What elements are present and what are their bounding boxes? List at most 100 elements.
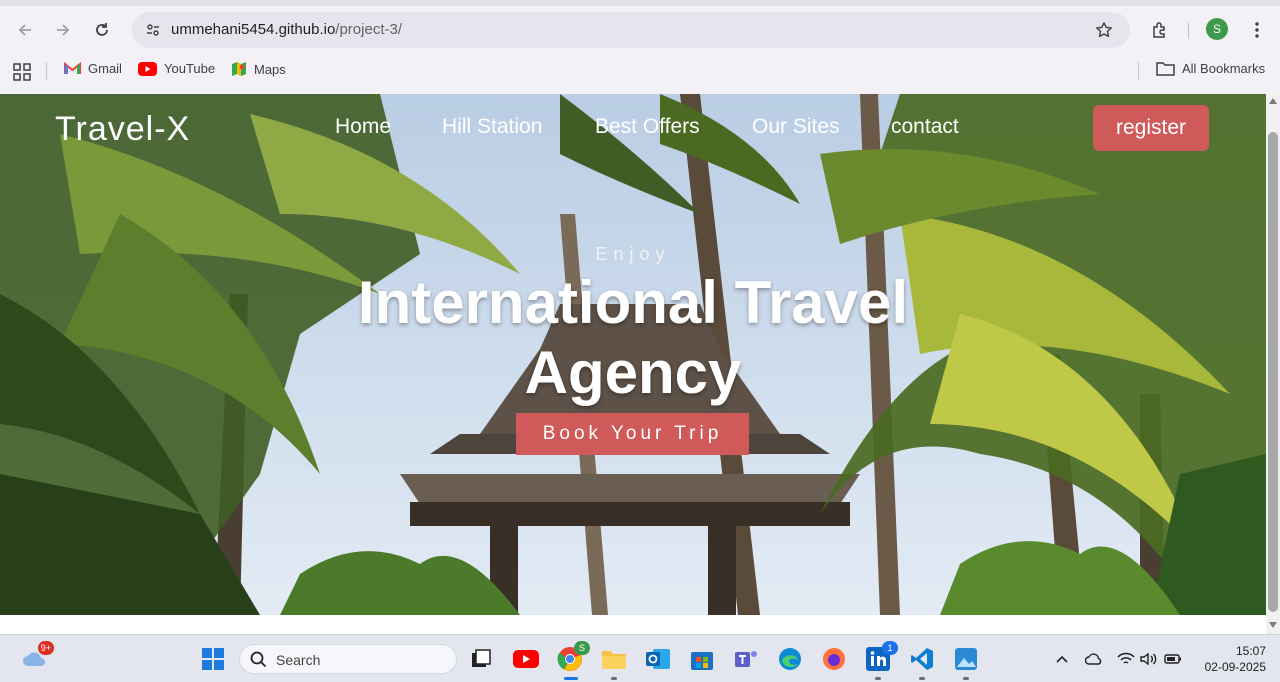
running-indicator bbox=[611, 677, 617, 680]
hero-headline: International Travel Agency bbox=[357, 269, 909, 406]
youtube-icon bbox=[513, 650, 539, 668]
bookmark-label: YouTube bbox=[164, 61, 216, 76]
taskbar-photos[interactable] bbox=[952, 645, 980, 680]
tab-strip bbox=[0, 0, 1280, 6]
bookmark-star-icon[interactable] bbox=[1092, 18, 1116, 42]
photos-icon bbox=[955, 648, 977, 670]
battery-icon bbox=[1164, 654, 1181, 664]
reload-icon bbox=[96, 23, 108, 36]
scroll-down-arrow-icon[interactable] bbox=[1269, 622, 1277, 628]
chrome-profile-badge: S bbox=[574, 641, 590, 655]
toolbar-divider bbox=[1188, 23, 1189, 39]
onedrive-cloud-icon bbox=[1085, 653, 1102, 665]
register-button[interactable]: register bbox=[1093, 105, 1209, 151]
weather-badge: 9+ bbox=[37, 641, 54, 655]
linkedin-badge: 1 bbox=[882, 641, 898, 655]
chevron-up-icon bbox=[1056, 655, 1068, 663]
nav-link-best-offers[interactable]: Best Offers bbox=[595, 115, 700, 139]
book-trip-button[interactable]: Book Your Trip bbox=[516, 413, 749, 455]
taskbar-edge[interactable] bbox=[776, 645, 804, 673]
taskbar-youtube[interactable] bbox=[512, 645, 540, 673]
forward-arrow-icon bbox=[57, 24, 70, 36]
task-view-icon bbox=[472, 649, 491, 667]
address-bar[interactable]: ummehani5454.github.io/project-3/ bbox=[132, 12, 1130, 48]
page-scrollbar[interactable] bbox=[1266, 94, 1280, 634]
maps-icon bbox=[232, 62, 246, 76]
browser-toolbar: ummehani5454.github.io/project-3/ S bbox=[0, 8, 1280, 52]
taskbar-firefox[interactable] bbox=[820, 645, 848, 673]
all-bookmarks-button[interactable]: All Bookmarks bbox=[1156, 61, 1265, 76]
forward-button[interactable] bbox=[49, 16, 77, 44]
taskbar-store[interactable] bbox=[688, 645, 716, 673]
site-brand-logo[interactable]: Travel-X bbox=[55, 110, 190, 149]
url-text: ummehani5454.github.io/project-3/ bbox=[171, 21, 402, 38]
nav-link-hill-station[interactable]: Hill Station bbox=[442, 115, 542, 139]
nav-link-contact[interactable]: contact bbox=[891, 115, 959, 139]
url-host: ummehani5454.github.io bbox=[171, 21, 336, 38]
page-viewport: Travel-X Home Hill Station Best Offers O… bbox=[0, 94, 1266, 615]
bookmarks-divider bbox=[1138, 62, 1139, 80]
scroll-up-arrow-icon[interactable] bbox=[1269, 98, 1277, 104]
site-info-icon[interactable] bbox=[140, 17, 166, 43]
taskbar-teams[interactable] bbox=[732, 645, 760, 673]
active-indicator bbox=[564, 677, 578, 680]
taskbar-chrome[interactable]: S bbox=[556, 641, 590, 680]
puzzle-icon bbox=[1153, 22, 1165, 38]
browser-menu-button[interactable] bbox=[1246, 16, 1268, 44]
firefox-icon bbox=[823, 648, 845, 670]
taskbar-task-view[interactable] bbox=[467, 645, 495, 673]
clock-time: 15:07 bbox=[1235, 644, 1266, 658]
extensions-button[interactable] bbox=[1146, 16, 1174, 44]
windows-logo-icon bbox=[202, 648, 224, 670]
reload-button[interactable] bbox=[88, 16, 116, 44]
bookmark-label: Maps bbox=[254, 61, 286, 77]
taskbar-vscode[interactable] bbox=[908, 645, 936, 680]
start-button[interactable] bbox=[199, 645, 227, 673]
youtube-icon bbox=[138, 61, 157, 76]
taskbar-file-explorer[interactable] bbox=[600, 645, 628, 680]
running-indicator bbox=[919, 677, 925, 680]
folder-icon bbox=[1156, 62, 1175, 76]
weather-widget[interactable]: 9+ bbox=[20, 641, 54, 673]
bookmarks-bar: Gmail YouTube Maps All Bookmarks bbox=[0, 56, 1280, 86]
onedrive-tray[interactable] bbox=[1084, 649, 1104, 669]
speaker-icon bbox=[1140, 652, 1157, 666]
volume-tray[interactable] bbox=[1139, 649, 1159, 669]
outlook-icon bbox=[646, 649, 670, 669]
clock-date: 02-09-2025 bbox=[1204, 660, 1266, 674]
back-arrow-icon bbox=[18, 24, 31, 36]
running-indicator bbox=[963, 677, 969, 680]
bookmark-youtube[interactable]: YouTube bbox=[138, 61, 215, 76]
taskbar-search[interactable]: Search bbox=[239, 644, 457, 674]
taskbar-outlook[interactable] bbox=[644, 645, 672, 673]
show-hidden-icons-button[interactable] bbox=[1052, 649, 1072, 669]
battery-tray[interactable] bbox=[1163, 649, 1183, 669]
bookmark-label: Gmail bbox=[88, 61, 122, 76]
hero-kicker: Enjoy bbox=[595, 244, 671, 264]
edge-icon bbox=[779, 648, 801, 670]
wifi-tray[interactable] bbox=[1116, 649, 1136, 669]
bookmarks-divider bbox=[46, 62, 47, 80]
nav-link-our-sites[interactable]: Our Sites bbox=[752, 115, 840, 139]
taskbar-linkedin[interactable]: 1 bbox=[864, 641, 898, 680]
browser-chrome: ummehani5454.github.io/project-3/ S Gmai… bbox=[0, 0, 1280, 94]
wifi-icon bbox=[1117, 652, 1135, 664]
folder-icon bbox=[602, 651, 626, 669]
page-bottom-strip bbox=[0, 615, 1266, 634]
vscode-icon bbox=[911, 648, 933, 670]
url-path: /project-3/ bbox=[335, 21, 402, 38]
apps-grid-icon[interactable] bbox=[12, 62, 32, 82]
running-indicator bbox=[875, 677, 881, 680]
back-button[interactable] bbox=[11, 16, 39, 44]
nav-link-home[interactable]: Home bbox=[335, 115, 391, 139]
search-placeholder: Search bbox=[276, 652, 321, 668]
search-icon bbox=[250, 651, 267, 668]
gmail-icon bbox=[64, 62, 81, 74]
bookmark-gmail[interactable]: Gmail bbox=[64, 61, 122, 76]
bookmark-maps[interactable]: Maps bbox=[231, 61, 286, 77]
system-clock[interactable]: 15:07 02-09-2025 bbox=[1196, 643, 1266, 675]
profile-avatar[interactable]: S bbox=[1206, 18, 1228, 40]
all-bookmarks-label: All Bookmarks bbox=[1182, 61, 1266, 76]
store-icon bbox=[691, 652, 713, 670]
scrollbar-thumb[interactable] bbox=[1268, 132, 1278, 612]
